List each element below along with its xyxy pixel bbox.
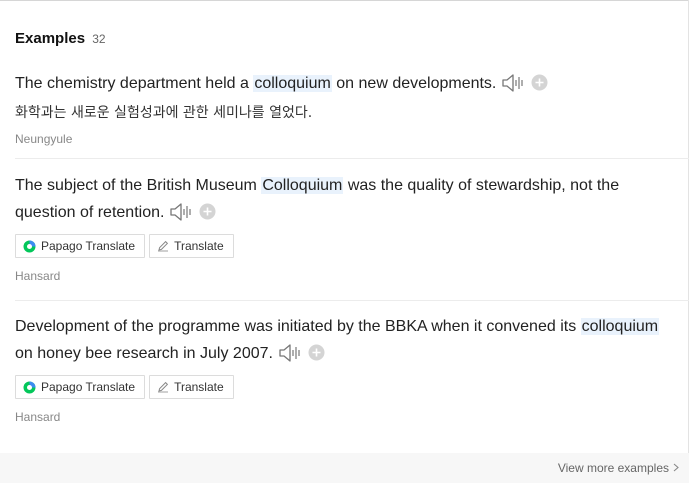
speaker-icon[interactable]: [169, 203, 193, 230]
example-source-3: Hansard: [15, 410, 61, 424]
papago-translate-button[interactable]: Papago Translate: [15, 375, 146, 399]
example-item-2: The subject of the British Museum Colloq…: [15, 172, 680, 230]
papago-translate-label: Papago Translate: [41, 239, 136, 253]
divider: [15, 300, 689, 301]
papago-translate-label: Papago Translate: [41, 380, 136, 394]
example-source-2: Hansard: [15, 269, 61, 283]
highlighted-word: Colloquium: [261, 177, 344, 194]
translate-button[interactable]: Translate: [149, 375, 234, 399]
sentence-text: Development of the programme was initiat…: [15, 318, 581, 335]
translate-label: Translate: [174, 239, 224, 253]
speaker-icon[interactable]: [278, 344, 302, 371]
pencil-icon: [157, 240, 169, 252]
translate-buttons-2: Papago Translate Translate: [15, 234, 234, 258]
papago-translate-button[interactable]: Papago Translate: [15, 234, 146, 258]
divider: [15, 158, 689, 159]
highlighted-word: colloquium: [580, 318, 660, 335]
example-translation-1: 화학과는 새로운 실험성과에 관한 세미나를 열었다.: [15, 105, 313, 121]
sentence-text: The chemistry department held a: [15, 75, 254, 92]
example-item-3: Development of the programme was initiat…: [15, 313, 680, 371]
sentence-text: on honey bee research in July 2007.: [15, 345, 273, 362]
examples-count: 32: [92, 32, 106, 46]
plus-icon[interactable]: [308, 343, 325, 370]
chevron-right-icon: [673, 461, 679, 475]
papago-icon: [23, 381, 36, 394]
example-source-1: Neungyule: [15, 132, 73, 146]
example-item-1: The chemistry department held a colloqui…: [15, 70, 680, 146]
top-border: [0, 0, 689, 1]
sentence-text: The subject of the British Museum: [15, 177, 262, 194]
sentence-text: on new developments.: [331, 75, 497, 92]
examples-header: Examples 32: [15, 30, 106, 47]
translate-buttons-3: Papago Translate Translate: [15, 375, 234, 399]
translate-label: Translate: [174, 380, 224, 394]
plus-icon[interactable]: [531, 73, 548, 100]
example-sentence-3: Development of the programme was initiat…: [15, 313, 680, 371]
pencil-icon: [157, 381, 169, 393]
highlighted-word: colloquium: [253, 75, 332, 92]
example-sentence-1: The chemistry department held a colloqui…: [15, 70, 680, 101]
view-more-examples-link[interactable]: View more examples: [558, 461, 679, 475]
example-sentence-2: The subject of the British Museum Colloq…: [15, 172, 680, 230]
plus-icon[interactable]: [199, 202, 216, 229]
examples-title: Examples: [15, 30, 86, 47]
papago-icon: [23, 240, 36, 253]
translate-button[interactable]: Translate: [149, 234, 234, 258]
view-more-label: View more examples: [557, 461, 669, 475]
speaker-icon[interactable]: [501, 74, 525, 101]
examples-footer: View more examples: [0, 453, 689, 483]
